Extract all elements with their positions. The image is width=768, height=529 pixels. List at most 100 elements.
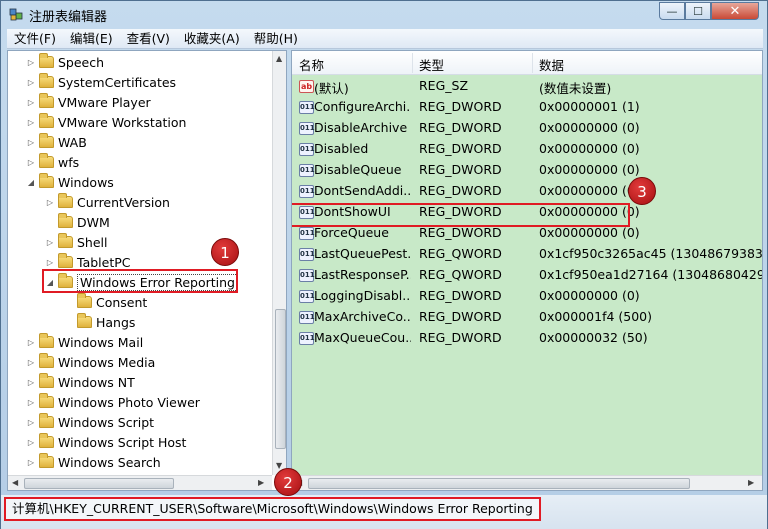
expand-icon[interactable]: ▷ <box>26 358 36 367</box>
value-type: REG_QWORD <box>419 246 502 261</box>
scroll-left-arrow-icon[interactable]: ◀ <box>12 478 18 487</box>
tree-item-vmware-workstation[interactable]: ▷ VMware Workstation <box>26 112 186 132</box>
menu-edit[interactable]: 编辑(E) <box>63 29 120 49</box>
list-row[interactable]: 011 DontSendAddi... REG_DWORD 0x00000000… <box>292 181 762 202</box>
expand-icon[interactable]: ▷ <box>26 378 36 387</box>
collapse-icon[interactable]: ◢ <box>26 178 36 187</box>
folder-icon <box>39 333 54 348</box>
menu-help[interactable]: 帮助(H) <box>247 29 305 49</box>
list-row[interactable]: 011 ForceQueue REG_DWORD 0x00000000 (0) <box>292 223 762 244</box>
expand-icon[interactable]: ▷ <box>26 418 36 427</box>
tree-horizontal-scrollbar[interactable]: ◀ ▶ <box>8 475 272 490</box>
scroll-right-arrow-icon[interactable]: ▶ <box>258 478 264 487</box>
value-data: 0x00000000 (0) <box>539 120 640 135</box>
folder-icon <box>39 113 54 128</box>
folder-icon <box>39 373 54 388</box>
value-type: REG_DWORD <box>419 99 502 114</box>
menu-view[interactable]: 查看(V) <box>120 29 177 49</box>
tree-item-speech[interactable]: ▷ Speech <box>26 52 104 72</box>
value-data: 0x00000032 (50) <box>539 330 648 345</box>
menu-favorites[interactable]: 收藏夹(A) <box>177 29 247 49</box>
scroll-right-arrow-icon[interactable]: ▶ <box>748 478 754 487</box>
menu-file[interactable]: 文件(F) <box>7 29 63 49</box>
list-row[interactable]: 011 LoggingDisabl... REG_DWORD 0x0000000… <box>292 286 762 307</box>
folder-icon <box>58 253 73 268</box>
tree-item-hangs[interactable]: Hangs <box>64 312 135 332</box>
tree-item-windows-search[interactable]: ▷ Windows Search <box>26 452 161 472</box>
expand-icon[interactable]: ▷ <box>26 78 36 87</box>
list-row[interactable]: 011 ConfigureArchi... REG_DWORD 0x000000… <box>292 97 762 118</box>
value-data: 0x1cf950c3265ac45 (130486793834703 <box>539 246 763 261</box>
value-type: REG_DWORD <box>419 288 502 303</box>
scroll-thumb[interactable] <box>308 478 690 489</box>
expand-icon[interactable]: ▷ <box>45 238 55 247</box>
tree-item-windows-script-host[interactable]: ▷ Windows Script Host <box>26 432 186 452</box>
tree-item-windows-script[interactable]: ▷ Windows Script <box>26 412 154 432</box>
close-button[interactable]: ✕ <box>711 2 759 20</box>
binary-value-icon: 011 <box>299 248 315 261</box>
value-type: REG_DWORD <box>419 183 502 198</box>
regedit-icon <box>9 8 23 21</box>
expand-icon[interactable]: ▷ <box>45 198 55 207</box>
tree-item-dwm[interactable]: DWM <box>45 212 110 232</box>
tree-item-windows[interactable]: ◢ Windows <box>26 172 114 192</box>
value-name: DisableQueue <box>314 162 402 177</box>
value-name: Disabled <box>314 141 369 156</box>
tree-item-windows-media[interactable]: ▷ Windows Media <box>26 352 155 372</box>
minimize-button[interactable]: — <box>659 2 685 20</box>
expand-icon[interactable]: ▷ <box>26 398 36 407</box>
tree-vertical-scrollbar[interactable]: ▲ ▼ <box>272 51 286 475</box>
registry-tree[interactable]: ▷ Speech ▷ SystemCertificates ▷ VMware P… <box>7 50 287 491</box>
list-row[interactable]: 011 LastQueuePest... REG_QWORD 0x1cf950c… <box>292 244 762 265</box>
expand-icon[interactable]: ▷ <box>26 138 36 147</box>
expand-icon[interactable]: ▷ <box>26 118 36 127</box>
tree-item-systemcertificates[interactable]: ▷ SystemCertificates <box>26 72 176 92</box>
tree-item-windows-nt[interactable]: ▷ Windows NT <box>26 372 135 392</box>
tree-item-currentversion[interactable]: ▷ CurrentVersion <box>45 192 170 212</box>
binary-value-icon: 011 <box>299 143 315 156</box>
expand-icon[interactable]: ▷ <box>45 258 55 267</box>
value-data: 0x00000000 (0) <box>539 141 640 156</box>
list-row[interactable]: 011 MaxQueueCou... REG_DWORD 0x00000032 … <box>292 328 762 349</box>
list-row[interactable]: 011 DisableArchive REG_DWORD 0x00000000 … <box>292 118 762 139</box>
list-row[interactable]: 011 LastResponseP... REG_QWORD 0x1cf950e… <box>292 265 762 286</box>
expand-icon[interactable]: ▷ <box>26 58 36 67</box>
tree-item-shell[interactable]: ▷ Shell <box>45 232 108 252</box>
binary-value-icon: 011 <box>299 164 315 177</box>
scroll-thumb[interactable] <box>275 309 286 449</box>
value-type: REG_DWORD <box>419 120 502 135</box>
list-row[interactable]: 011 Disabled REG_DWORD 0x00000000 (0) <box>292 139 762 160</box>
value-type: REG_DWORD <box>419 330 502 345</box>
expand-icon[interactable]: ▷ <box>26 458 36 467</box>
tree-item-label: CurrentVersion <box>77 194 170 210</box>
tree-item-wab[interactable]: ▷ WAB <box>26 132 87 152</box>
maximize-button[interactable]: ☐ <box>685 2 711 20</box>
scroll-thumb[interactable] <box>24 478 174 489</box>
list-row[interactable]: 011 DisableQueue REG_DWORD 0x00000000 (0… <box>292 160 762 181</box>
binary-value-icon: 011 <box>299 269 315 282</box>
tree-item-wfs[interactable]: ▷ wfs <box>26 152 79 172</box>
tree-item-label: Speech <box>58 54 105 70</box>
scroll-up-arrow-icon[interactable]: ▲ <box>276 54 282 63</box>
column-divider[interactable] <box>532 53 533 73</box>
value-name: LastResponseP... <box>314 267 411 282</box>
tree-item-vmware-player[interactable]: ▷ VMware Player <box>26 92 151 112</box>
expand-icon[interactable]: ▷ <box>26 158 36 167</box>
column-header-name[interactable]: 名称 <box>299 55 324 74</box>
values-list[interactable]: 名称 类型 数据 ab (默认) REG_SZ (数值未设置) 011 Conf… <box>291 50 763 491</box>
list-horizontal-scrollbar[interactable]: ◀ ▶ <box>292 475 762 490</box>
tree-item-label: Hangs <box>96 314 136 330</box>
tree-item-consent[interactable]: Consent <box>64 292 147 312</box>
list-row-default[interactable]: ab (默认) REG_SZ (数值未设置) <box>292 76 762 97</box>
folder-icon <box>39 93 54 108</box>
tree-item-windows-mail[interactable]: ▷ Windows Mail <box>26 332 143 352</box>
column-header-data[interactable]: 数据 <box>539 55 564 74</box>
column-divider[interactable] <box>412 53 413 73</box>
expand-icon[interactable]: ▷ <box>26 98 36 107</box>
expand-icon[interactable]: ▷ <box>26 438 36 447</box>
tree-item-windows-photo-viewer[interactable]: ▷ Windows Photo Viewer <box>26 392 200 412</box>
list-row[interactable]: 011 MaxArchiveCo... REG_DWORD 0x000001f4… <box>292 307 762 328</box>
tree-item-label: Windows Mail <box>58 334 144 350</box>
expand-icon[interactable]: ▷ <box>26 338 36 347</box>
column-header-type[interactable]: 类型 <box>419 55 444 74</box>
